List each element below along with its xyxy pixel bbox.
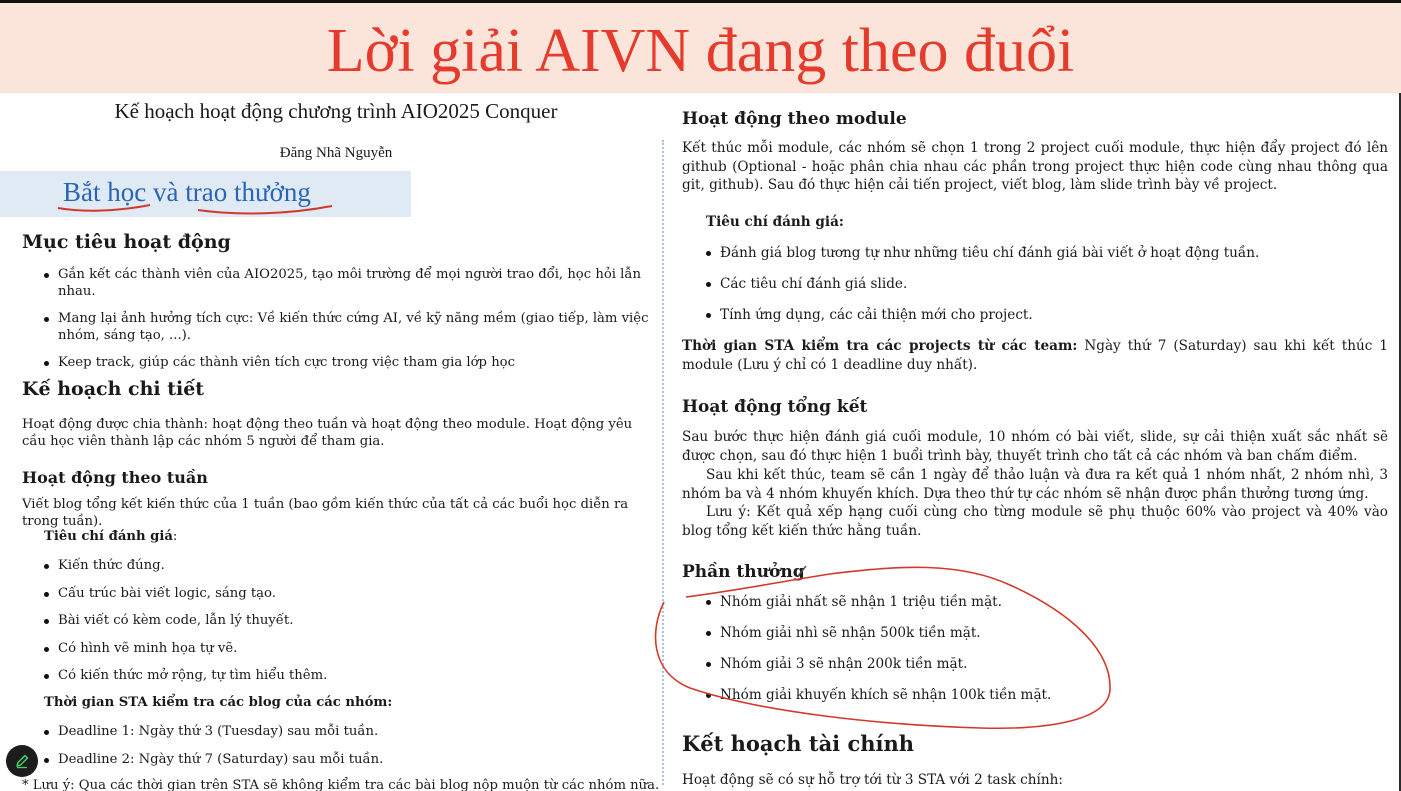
bullet-icon: [706, 282, 711, 287]
finance-text: Hoạt động sẽ có sự hỗ trợ tới từ 3 STA v…: [682, 772, 1063, 788]
list-item: Nhóm giải nhất sẽ nhận 1 triệu tiền mặt.: [706, 593, 1386, 612]
list-item: Tính ứng dụng, các cải thiện mới cho pro…: [706, 306, 1386, 325]
weekly-heading: Hoạt động theo tuần: [22, 468, 208, 487]
bullet-icon: [44, 273, 49, 278]
rewards-heading: Phần thưởng: [682, 562, 805, 582]
weekly-criteria-label: Tiêu chí đánh giá:: [44, 529, 178, 544]
right-column: Hoạt động theo module Kết thúc mỗi modul…: [682, 93, 1388, 791]
title-banner: Lời giải AIVN đang theo đuổi: [0, 3, 1401, 93]
left-column: Kế hoạch hoạt động chương trình AIO2025 …: [0, 93, 660, 791]
rewards-list: Nhóm giải nhất sẽ nhận 1 triệu tiền mặt.…: [706, 593, 1386, 705]
pen-tool-button[interactable]: [6, 745, 38, 777]
list-item: Kiến thức đúng.: [44, 557, 644, 574]
goals-list: Gắn kết các thành viên của AIO2025, tạo …: [44, 266, 656, 371]
list-item: Mang lại ảnh hưởng tích cực: Về kiến thứ…: [44, 310, 656, 344]
bullet-icon: [706, 600, 711, 605]
list-item: Có kiến thức mở rộng, tự tìm hiểu thêm.: [44, 667, 644, 684]
module-criteria-list: Đánh giá blog tương tự như những tiêu ch…: [706, 244, 1386, 325]
bullet-icon: [706, 662, 711, 667]
module-heading: Hoạt động theo module: [682, 109, 907, 129]
module-sta-text: Thời gian STA kiểm tra các projects từ c…: [682, 338, 1388, 373]
document-author: Đăng Nhã Nguyễn: [279, 145, 393, 161]
list-item: Nhóm giải nhì sẽ nhận 500k tiền mặt.: [706, 624, 1386, 643]
bullet-icon: [44, 619, 49, 624]
list-item: Nhóm giải 3 sẽ nhận 200k tiền mặt.: [706, 655, 1386, 674]
finance-heading: Kết hoạch tài chính: [682, 731, 915, 756]
bullet-icon: [44, 361, 49, 366]
list-item: Gắn kết các thành viên của AIO2025, tạo …: [44, 266, 656, 300]
goals-heading: Mục tiêu hoạt động: [22, 231, 231, 253]
bullet-icon: [44, 317, 49, 322]
bullet-icon: [706, 313, 711, 318]
module-criteria-label: Tiêu chí đánh giá:: [706, 214, 844, 230]
highlight-heading: Bắt học và trao thưởng: [63, 177, 311, 207]
bullet-icon: [706, 693, 711, 698]
pen-icon: [16, 754, 29, 769]
weekly-sta-label: Thời gian STA kiểm tra các blog của các …: [44, 695, 393, 710]
weekly-criteria-list: Kiến thức đúng. Cấu trúc bài viết logic,…: [44, 557, 644, 684]
list-item: Keep track, giúp các thành viên tích cực…: [44, 354, 656, 371]
weekly-text: Viết blog tổng kết kiến thức của 1 tuần …: [22, 497, 629, 529]
bullet-icon: [44, 757, 49, 763]
bullet-icon: [44, 646, 49, 652]
bullet-icon: [44, 564, 49, 569]
column-divider: [662, 140, 664, 785]
module-text: Kết thúc mỗi module, các nhóm sẽ chọn 1 …: [682, 140, 1388, 193]
bullet-icon: [44, 674, 49, 679]
summary-heading: Hoạt động tổng kết: [682, 397, 868, 417]
list-item: Bài viết có kèm code, lẫn lý thuyết.: [44, 612, 644, 629]
list-item: Cấu trúc bài viết logic, sáng tạo.: [44, 585, 644, 602]
list-item: Deadline 2: Ngày thứ 7 (Saturday) sau mỗ…: [44, 751, 644, 768]
deadline-list: Deadline 1: Ngày thứ 3 (Tuesday) sau mỗi…: [44, 723, 644, 768]
weekly-note: * Lưu ý: Qua các thời gian trên STA sẽ k…: [22, 778, 660, 791]
banner-title: Lời giải AIVN đang theo đuổi: [326, 17, 1075, 85]
summary-p1: Sau bước thực hiện đánh giá cuối module,…: [682, 429, 1388, 464]
summary-p2: Sau khi kết thúc, team sẽ cần 1 ngày để …: [682, 467, 1388, 502]
document-title: Kế hoạch hoạt động chương trình AIO2025 …: [114, 99, 558, 123]
plan-heading: Kế hoạch chi tiết: [22, 378, 205, 400]
list-item: Các tiêu chí đánh giá slide.: [706, 275, 1386, 294]
bullet-icon: [706, 251, 711, 256]
bullet-icon: [706, 631, 711, 636]
list-item: Nhóm giải khuyến khích sẽ nhận 100k tiền…: [706, 686, 1386, 705]
list-item: Deadline 1: Ngày thứ 3 (Tuesday) sau mỗi…: [44, 723, 644, 740]
summary-p3: Lưu ý: Kết quả xếp hạng cuối cùng cho từ…: [682, 504, 1388, 539]
bullet-icon: [44, 730, 49, 735]
list-item: Có hình vẽ minh họa tự vẽ.: [44, 640, 644, 657]
bullet-icon: [44, 591, 49, 597]
list-item: Đánh giá blog tương tự như những tiêu ch…: [706, 244, 1386, 263]
plan-text: Hoạt động được chia thành: hoạt động the…: [22, 417, 633, 449]
